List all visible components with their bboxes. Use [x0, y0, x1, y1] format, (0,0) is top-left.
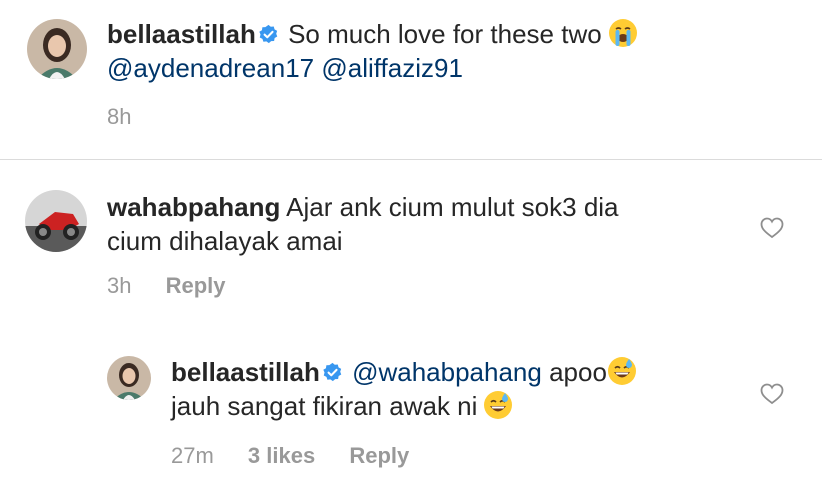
reply-mention-link[interactable]: @wahabpahang	[352, 357, 542, 387]
reply-username[interactable]: bellaastillah	[171, 357, 320, 387]
caption-username[interactable]: bellaastillah	[107, 19, 256, 49]
reply-body-line1: apoo	[549, 357, 607, 387]
reply-meta: 27m 3 likes Reply	[171, 443, 437, 469]
caption-meta: 8h	[107, 104, 159, 130]
caption-text: bellaastillah So much love for these two…	[107, 17, 747, 85]
reply-text: bellaastillah @wahabpahang apoo jauh san…	[171, 355, 731, 423]
reply-body-line2: jauh sangat fikiran awak ni	[171, 391, 478, 421]
reply-button[interactable]: Reply	[349, 443, 409, 468]
comment-timestamp[interactable]: 3h	[107, 273, 131, 298]
caption-timestamp[interactable]: 8h	[107, 104, 131, 129]
grinning-sweat-face-icon	[607, 357, 636, 385]
caption-avatar[interactable]	[27, 19, 87, 79]
verified-badge-icon	[323, 362, 342, 382]
mention-link[interactable]: @aydenadrean17	[107, 53, 314, 83]
verified-badge-icon	[259, 24, 278, 44]
comment-avatar[interactable]	[25, 190, 87, 252]
like-heart-icon[interactable]	[760, 383, 784, 405]
reply-button[interactable]: Reply	[166, 273, 226, 298]
comment-body-line2: cium dihalayak amai	[107, 226, 343, 256]
comment-text: wahabpahang Ajar ank cium mulut sok3 dia…	[107, 190, 727, 258]
like-heart-icon[interactable]	[760, 217, 784, 239]
comment-body-line1: Ajar ank cium mulut sok3 dia	[286, 192, 619, 222]
loudly-crying-face-icon	[608, 19, 637, 47]
comment-meta: 3h Reply	[107, 273, 254, 299]
mention-link[interactable]: @aliffaziz91	[321, 53, 463, 83]
caption-body: So much love for these two	[288, 19, 602, 49]
grinning-sweat-face-icon	[484, 391, 513, 419]
reply-avatar[interactable]	[107, 356, 151, 400]
comment-username[interactable]: wahabpahang	[107, 192, 280, 222]
divider	[0, 159, 822, 160]
reply-timestamp[interactable]: 27m	[171, 443, 214, 468]
likes-count[interactable]: 3 likes	[248, 443, 315, 468]
